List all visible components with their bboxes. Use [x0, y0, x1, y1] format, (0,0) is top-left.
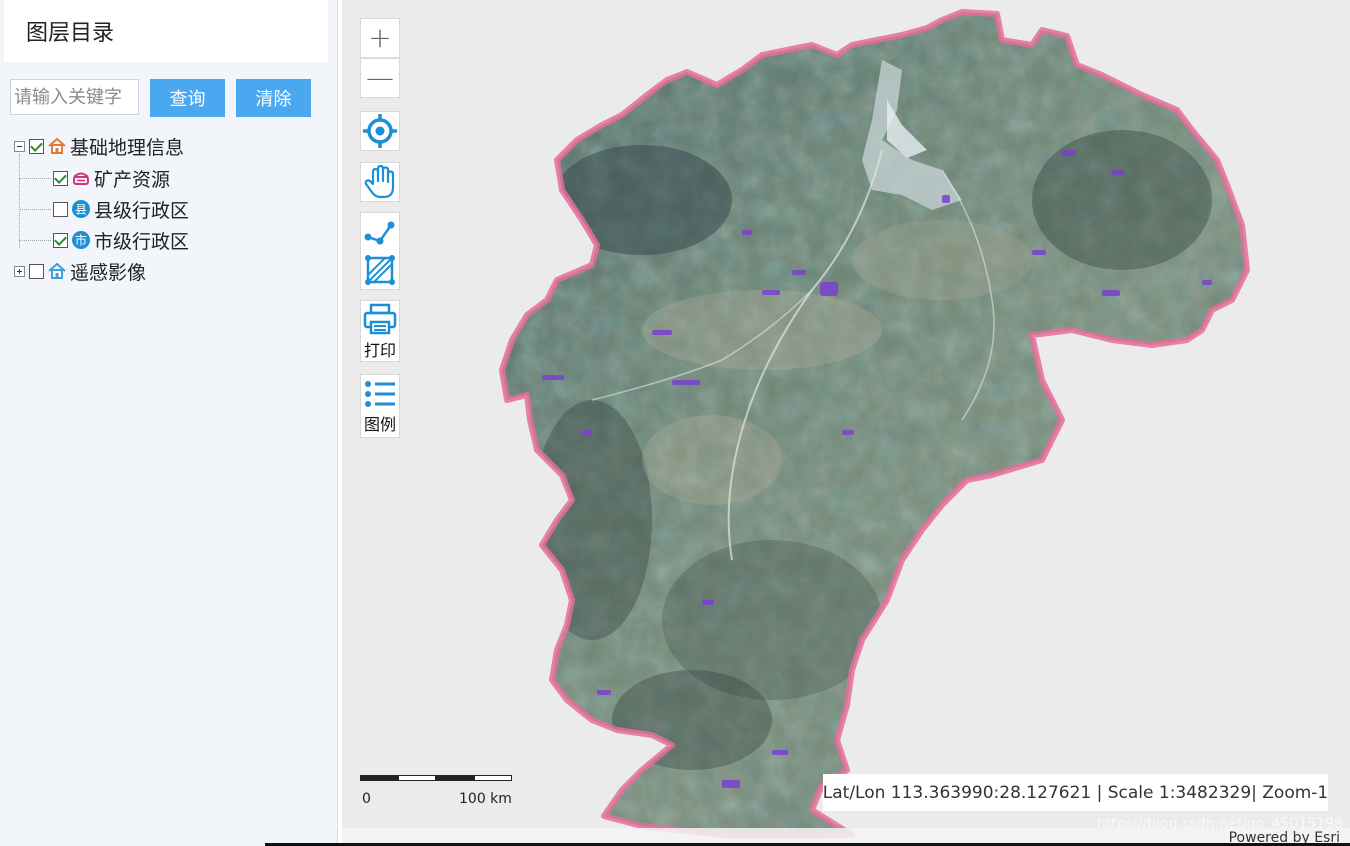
scale-segment: [398, 775, 436, 781]
panel-header: 图层目录: [4, 0, 328, 62]
coordinate-readout: Lat/Lon 113.363990:28.127621 | Scale 1:3…: [823, 774, 1328, 811]
tree-node-city[interactable]: 市 市级行政区: [53, 226, 189, 254]
gis-app: 图层目录 查询 清除 基础地理信息: [0, 0, 1350, 846]
tree-guide: [19, 154, 20, 248]
plus-icon: +: [368, 21, 392, 54]
tree-node-basic-geo[interactable]: 基础地理信息: [14, 132, 184, 160]
tree-guide: [19, 240, 51, 241]
layer-checkbox-remote-sensing[interactable]: [29, 263, 44, 279]
print-label: 打印: [363, 340, 396, 360]
scale-segment: [436, 775, 474, 781]
tree-node-minerals[interactable]: 矿产资源: [53, 164, 170, 192]
scale-bar: 0 100 km: [360, 773, 512, 813]
county-badge-icon: 县: [72, 200, 90, 218]
tree-node-label: 基础地理信息: [70, 136, 185, 159]
minus-icon: —: [366, 61, 394, 94]
scale-start-label: 0: [362, 791, 371, 807]
zoom-in-button[interactable]: +: [360, 18, 400, 58]
search-input[interactable]: [10, 79, 139, 115]
tree-node-remote-sensing[interactable]: 遥感影像: [14, 257, 146, 285]
tree-guide: [19, 178, 51, 179]
panel-title: 图层目录: [26, 21, 115, 46]
province-imagery: [502, 12, 1247, 836]
clear-button[interactable]: 清除: [236, 79, 311, 117]
zoom-out-button[interactable]: —: [360, 58, 400, 98]
legend-label: 图例: [363, 414, 396, 434]
mineral-icon: [73, 172, 89, 185]
expand-toggle-icon[interactable]: [14, 265, 25, 277]
crosshair-icon: [363, 114, 397, 148]
tree-node-label: 矿产资源: [94, 168, 171, 191]
print-button[interactable]: 打印: [360, 300, 400, 362]
svg-text:县: 县: [75, 203, 87, 217]
measure-distance-icon[interactable]: [363, 215, 397, 247]
list-icon: [365, 380, 395, 407]
tree-node-label: 市级行政区: [94, 230, 190, 253]
city-badge-icon: 市: [72, 231, 90, 249]
hand-icon: [364, 164, 395, 199]
tree-node-label: 县级行政区: [94, 199, 190, 222]
tree-node-county[interactable]: 县 县级行政区: [53, 195, 189, 223]
collapse-toggle-icon[interactable]: [14, 140, 25, 152]
layer-checkbox-city[interactable]: [53, 232, 68, 248]
tree-guide: [19, 209, 51, 210]
satellite-imagery-layer[interactable]: [342, 0, 1350, 846]
scale-segment: [360, 775, 398, 781]
home-icon: [48, 262, 66, 279]
layer-checkbox-basic-geo[interactable]: [29, 138, 44, 154]
map-view[interactable]: + — 打印 图例 0 100 km Lat/Lon 113.363990:28…: [342, 0, 1350, 846]
layer-checkbox-minerals[interactable]: [53, 170, 68, 186]
measure-area-icon[interactable]: [363, 253, 397, 287]
svg-text:市: 市: [75, 233, 87, 248]
printer-icon: [363, 303, 397, 334]
pan-button[interactable]: [360, 162, 400, 202]
scale-segment: [474, 775, 512, 781]
query-button[interactable]: 查询: [150, 79, 225, 117]
layer-catalog-panel: 图层目录 查询 清除 基础地理信息: [0, 0, 338, 846]
scale-end-label: 100 km: [459, 791, 512, 807]
legend-button[interactable]: 图例: [360, 374, 400, 438]
home-icon: [48, 137, 66, 154]
layer-checkbox-county[interactable]: [53, 201, 68, 217]
locate-button[interactable]: [360, 111, 400, 151]
tree-node-label: 遥感影像: [70, 261, 147, 284]
measure-toolbar: [360, 212, 400, 290]
